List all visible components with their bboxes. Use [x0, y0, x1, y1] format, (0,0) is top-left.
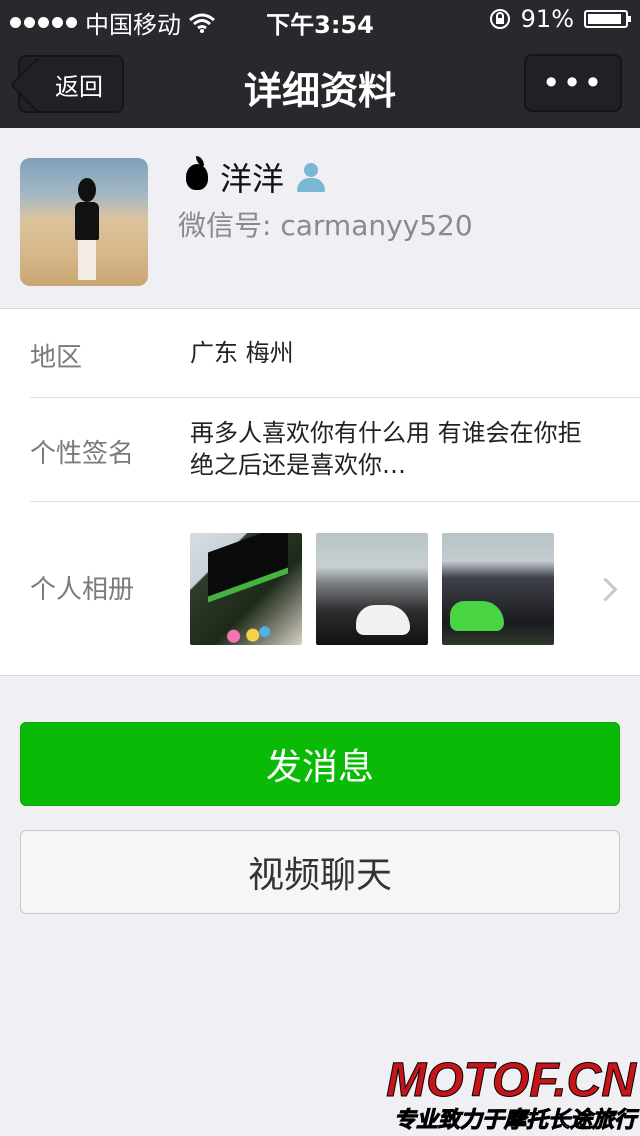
signature-label: 个性签名	[30, 439, 135, 469]
signature-value: 再多人喜欢你有什么用 有谁会在你拒绝之后还是喜欢你…	[190, 419, 582, 479]
status-bar: 中国移动 下午3:54 91%	[0, 0, 640, 40]
avatar[interactable]	[20, 158, 148, 286]
album-photo[interactable]	[190, 533, 302, 645]
user-icon	[296, 162, 326, 192]
region-label: 地区	[30, 343, 83, 373]
battery-percent: 91%	[520, 5, 574, 33]
video-chat-button[interactable]: 视频聊天	[20, 830, 620, 914]
status-right: 91%	[489, 5, 631, 33]
album-photo[interactable]	[442, 533, 554, 645]
profile-header: 洋洋 微信号: carmanyy520	[0, 128, 640, 308]
wechat-id-label: 微信号:	[178, 209, 272, 242]
nav-bar: 返回 详细资料 •••	[0, 40, 640, 128]
send-message-button[interactable]: 发消息	[20, 722, 620, 806]
album-photo[interactable]	[316, 533, 428, 645]
more-options-button[interactable]: •••	[524, 54, 622, 112]
album-label: 个人相册	[30, 575, 135, 605]
watermark-title: MOTOF.CN	[386, 1054, 637, 1107]
info-list: 地区 广东 梅州 个性签名 再多人喜欢你有什么用 有谁会在你拒绝之后还是喜欢你……	[0, 308, 640, 676]
profile-name-row: 洋洋	[186, 154, 326, 200]
apple-icon	[186, 156, 208, 190]
wechat-id-value: carmanyy520	[280, 209, 473, 242]
watermark: MOTOF.CN 专业致力于摩托长途旅行	[386, 1054, 637, 1134]
watermark-subtitle: 专业致力于摩托长途旅行	[393, 1107, 636, 1133]
battery-icon	[584, 10, 631, 28]
signature-row: 个性签名 再多人喜欢你有什么用 有谁会在你拒绝之后还是喜欢你…	[30, 397, 640, 501]
album-thumbnails	[190, 533, 554, 645]
avatar-figure	[72, 178, 102, 286]
wechat-id-row: 微信号: carmanyy520	[178, 204, 473, 244]
top-bar: 中国移动 下午3:54 91% 返回 详细资料 •••	[0, 0, 640, 128]
region-row: 地区 广东 梅州	[30, 309, 640, 397]
rotation-lock-icon	[489, 9, 510, 29]
chevron-right-icon	[593, 577, 618, 602]
back-button-label: 返回	[55, 72, 103, 101]
album-row[interactable]: 个人相册	[30, 501, 640, 677]
profile-name: 洋洋	[220, 160, 285, 198]
region-value: 广东 梅州	[190, 339, 294, 367]
battery-fill	[588, 14, 621, 24]
